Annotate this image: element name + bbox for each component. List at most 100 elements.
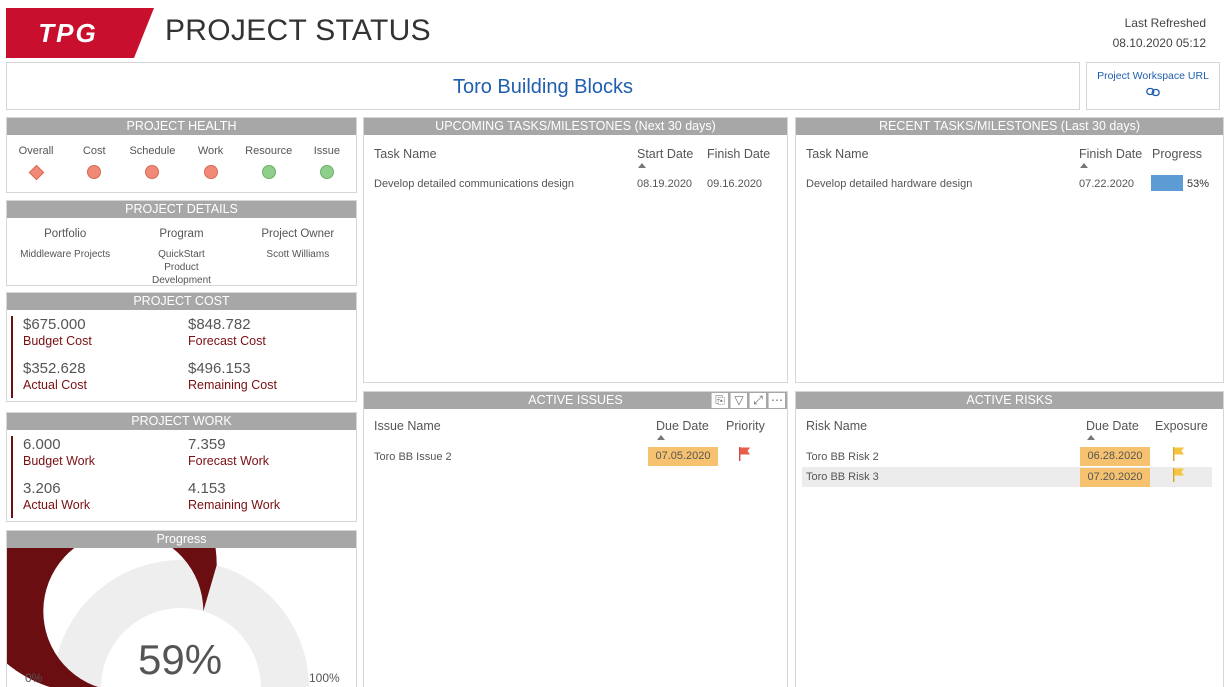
forecast-cost-value: $848.782 [188, 316, 251, 333]
resource-status-green-icon [261, 165, 276, 179]
page-title: PROJECT STATUS [165, 14, 431, 47]
project-cost-panel: PROJECT COST $675.000 Budget Cost $848.7… [6, 292, 357, 402]
project-work-title: PROJECT WORK [7, 413, 356, 430]
upcoming-tasks-title: UPCOMING TASKS/MILESTONES (Next 30 days) [364, 118, 787, 135]
portfolio-heading: Portfolio [44, 228, 87, 240]
finish-date-cell: 07.22.2020 [1079, 178, 1135, 190]
project-name-bar: Toro Building Blocks [6, 62, 1080, 110]
project-workspace-url-label[interactable]: Project Workspace URL [1087, 70, 1219, 82]
active-issues-panel: ACTIVE ISSUES ⎘ ▽ ⤢ ⋯ Issue Name Due Dat… [363, 391, 788, 687]
due-date-cell: 07.20.2020 [1080, 468, 1150, 487]
column-header-due-date[interactable]: Due Date [1086, 419, 1139, 433]
column-header-task-name[interactable]: Task Name [374, 147, 437, 161]
work-accent-bar [11, 436, 13, 518]
more-options-icon[interactable]: ⋯ [768, 393, 785, 408]
portfolio-value: Middleware Projects [20, 249, 111, 260]
budget-cost-value: $675.000 [23, 316, 86, 333]
remaining-cost-value: $496.153 [188, 360, 251, 377]
actual-work-label: Actual Work [23, 498, 91, 512]
issue-name-cell: Toro BB Issue 2 [374, 451, 452, 463]
risk-name-cell: Toro BB Risk 2 [806, 451, 879, 463]
column-header-risk-name[interactable]: Risk Name [806, 419, 867, 433]
logo-text: TPG [38, 18, 97, 48]
column-header-exposure[interactable]: Exposure [1155, 419, 1208, 433]
project-owner-value: Scott Williams [266, 249, 330, 260]
yellow-flag-icon [1173, 468, 1184, 482]
program-value: QuickStart Product Development [152, 249, 211, 286]
recent-tasks-title: RECENT TASKS/MILESTONES (Last 30 days) [796, 118, 1223, 135]
forecast-cost-label: Forecast Cost [188, 334, 266, 348]
progress-percent-cell: 53% [1187, 178, 1210, 190]
column-header-finish-date[interactable]: Finish Date [1079, 147, 1142, 161]
project-work-panel: PROJECT WORK 6.000 Budget Work 7.359 For… [6, 412, 357, 522]
budget-work-label: Budget Work [23, 454, 96, 468]
budget-cost-label: Budget Cost [23, 334, 92, 348]
filter-icon[interactable]: ▽ [730, 393, 747, 408]
copy-icon[interactable]: ⎘ [711, 393, 728, 408]
due-date-cell: 06.28.2020 [1080, 447, 1150, 466]
work-status-red-icon [203, 165, 218, 179]
active-risks-panel: ACTIVE RISKS Risk Name Due Date Exposure… [795, 391, 1224, 687]
overall-status-diamond-icon [28, 164, 44, 181]
health-label-schedule: Schedule [129, 145, 176, 157]
progress-value: 59% [138, 636, 223, 683]
sort-ascending-icon[interactable] [1087, 435, 1095, 440]
column-header-due-date[interactable]: Due Date [656, 419, 709, 433]
risk-name-cell: Toro BB Risk 3 [806, 471, 879, 483]
visual-toolbar: ⎘ ▽ ⤢ ⋯ [711, 393, 785, 408]
focus-mode-icon[interactable]: ⤢ [749, 393, 766, 408]
column-header-progress[interactable]: Progress [1152, 147, 1202, 161]
actual-cost-label: Actual Cost [23, 378, 87, 392]
actual-cost-value: $352.628 [23, 360, 86, 377]
project-name: Toro Building Blocks [452, 76, 634, 98]
finish-date-cell: 09.16.2020 [707, 178, 763, 190]
project-cost-title: PROJECT COST [7, 293, 356, 310]
progress-title: Progress [7, 531, 356, 548]
health-label-issue: Issue [313, 145, 340, 157]
due-date-cell: 07.05.2020 [648, 447, 718, 466]
health-label-resource: Resource [245, 145, 293, 157]
project-health-panel: PROJECT HEALTH Overall Cost Schedule Wor… [6, 117, 357, 193]
column-header-priority[interactable]: Priority [726, 419, 765, 433]
cost-accent-bar [11, 316, 13, 398]
tpg-logo: TPG [6, 8, 154, 58]
health-label-overall: Overall [18, 145, 54, 157]
upcoming-tasks-panel: UPCOMING TASKS/MILESTONES (Next 30 days)… [363, 117, 788, 383]
remaining-work-value: 4.153 [188, 480, 226, 497]
issue-status-green-icon [319, 165, 334, 179]
remaining-work-label: Remaining Work [188, 498, 281, 512]
project-owner-heading: Project Owner [261, 228, 335, 240]
start-date-cell: 08.19.2020 [637, 178, 693, 190]
task-name-cell: Develop detailed communications design [374, 178, 574, 190]
project-details-panel: PROJECT DETAILS Portfolio Middleware Pro… [6, 200, 357, 286]
forecast-work-value: 7.359 [188, 436, 226, 453]
project-workspace-url[interactable]: Project Workspace URL [1086, 62, 1220, 110]
column-header-start-date[interactable]: Start Date [637, 147, 693, 161]
column-header-task-name[interactable]: Task Name [806, 147, 869, 161]
column-header-finish-date[interactable]: Finish Date [707, 147, 770, 161]
gauge-min-label: 0% [25, 671, 43, 685]
health-label-cost: Cost [82, 145, 106, 157]
sort-ascending-icon[interactable] [657, 435, 665, 440]
gauge-max-label: 100% [309, 671, 340, 685]
actual-work-value: 3.206 [23, 480, 61, 497]
red-flag-icon [739, 447, 750, 461]
budget-work-value: 6.000 [23, 436, 61, 453]
forecast-work-label: Forecast Work [188, 454, 270, 468]
program-heading: Program [159, 228, 204, 240]
sort-ascending-icon[interactable] [638, 163, 646, 168]
progress-panel: Progress 59% 0% 100% [6, 530, 357, 687]
column-header-issue-name[interactable]: Issue Name [374, 419, 441, 433]
last-refreshed-label: Last Refreshed [1124, 16, 1206, 30]
progress-bar [1151, 175, 1183, 191]
yellow-flag-icon [1173, 447, 1184, 461]
remaining-cost-label: Remaining Cost [188, 378, 277, 392]
link-icon[interactable] [1146, 87, 1160, 97]
health-label-work: Work [197, 145, 224, 157]
sort-ascending-icon[interactable] [1080, 163, 1088, 168]
project-health-title: PROJECT HEALTH [7, 118, 356, 135]
project-details-title: PROJECT DETAILS [7, 201, 356, 218]
recent-tasks-panel: RECENT TASKS/MILESTONES (Last 30 days) T… [795, 117, 1224, 383]
schedule-status-red-icon [145, 165, 160, 179]
cost-status-red-icon [87, 165, 102, 179]
